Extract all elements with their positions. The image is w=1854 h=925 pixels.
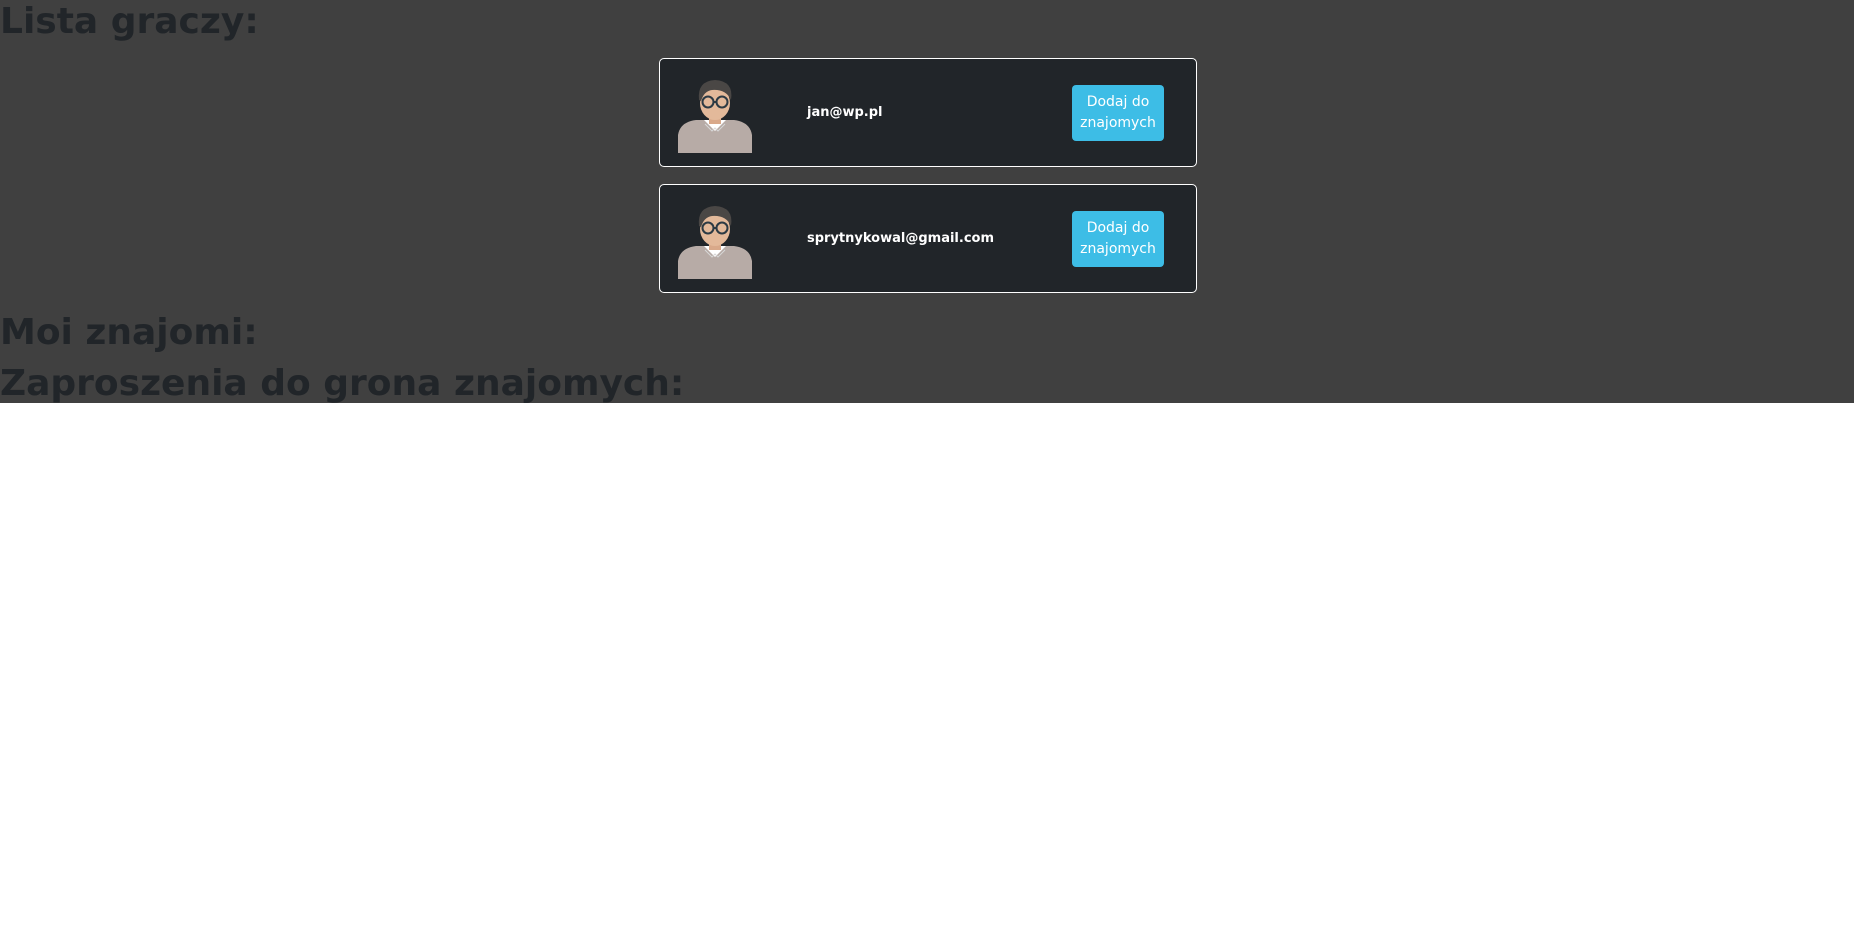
player-email: jan@wp.pl: [807, 105, 883, 120]
player-card: jan@wp.pl Dodaj do znajomych: [659, 58, 1197, 167]
player-email: sprytnykowal@gmail.com: [807, 231, 994, 246]
user-avatar-icon: [678, 80, 752, 153]
main-dark-panel: Lista graczy: jan@wp.pl Dodaj do znajomy…: [0, 0, 1854, 404]
my-friends-title: Moi znajomi:: [0, 312, 258, 353]
add-friend-button[interactable]: Dodaj do znajomych: [1072, 211, 1164, 267]
friend-invitations-title: Zaproszenia do grona znajomych:: [0, 363, 685, 404]
add-friend-button[interactable]: Dodaj do znajomych: [1072, 85, 1164, 141]
players-list-title: Lista graczy:: [0, 1, 259, 42]
player-card: sprytnykowal@gmail.com Dodaj do znajomyc…: [659, 184, 1197, 293]
user-avatar-icon: [678, 206, 752, 279]
